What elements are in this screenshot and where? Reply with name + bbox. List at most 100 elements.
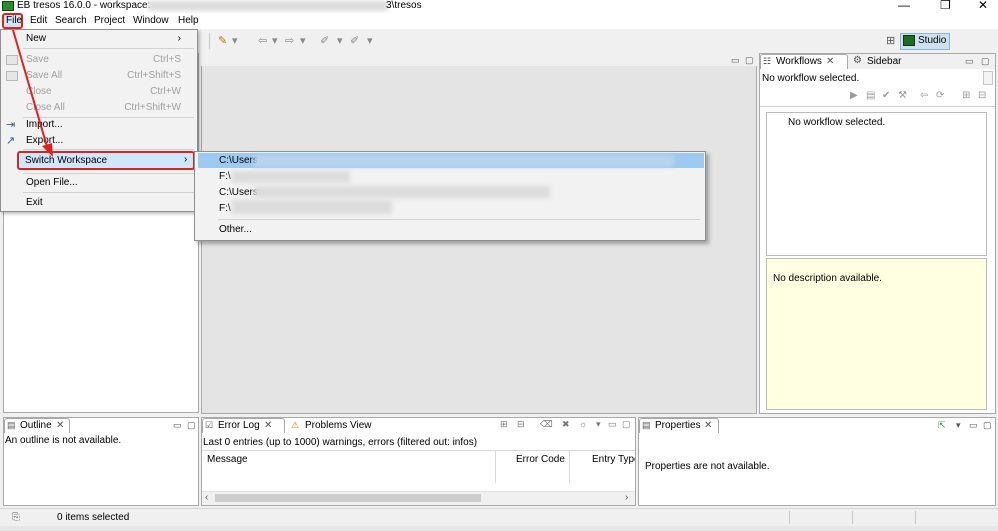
- menu-help[interactable]: Help: [175, 13, 202, 29]
- workflows-icon: ☷: [763, 56, 772, 66]
- scroll-right-icon[interactable]: ›: [625, 492, 628, 503]
- window-title-prefix: EB tresos 16.0.0 - workspace:: [17, 0, 151, 11]
- expand-all-icon[interactable]: ⊞: [962, 90, 970, 101]
- menu-item-import[interactable]: Import...: [26, 119, 63, 131]
- column-entry-type[interactable]: Entry Type: [592, 454, 635, 466]
- menu-separator: [23, 48, 194, 49]
- minimize-icon[interactable]: ▭: [969, 420, 978, 430]
- maximize-icon[interactable]: ▢: [983, 420, 992, 430]
- close-icon[interactable]: ✕: [264, 420, 272, 432]
- chevron-down-icon[interactable]: ▾: [367, 34, 373, 48]
- minimize-icon[interactable]: ▭: [173, 420, 182, 430]
- tab-sidebar[interactable]: Sidebar: [867, 56, 901, 68]
- maximize-icon[interactable]: ▢: [622, 419, 631, 430]
- column-divider[interactable]: [495, 451, 496, 483]
- forward-arrow-icon[interactable]: ⇨: [285, 34, 294, 48]
- maximize-icon[interactable]: ▢: [745, 55, 754, 65]
- problems-icon: ⚠: [291, 420, 300, 430]
- menu-item-save[interactable]: Save: [26, 54, 49, 66]
- build-icon[interactable]: ✎: [218, 34, 227, 48]
- submenu-arrow-icon: ›: [184, 154, 188, 165]
- minimize-button[interactable]: —: [898, 0, 910, 12]
- chevron-down-icon[interactable]: ▾: [300, 34, 306, 48]
- menu-item-close[interactable]: Close: [26, 86, 52, 98]
- menu-item-open-file[interactable]: Open File...: [26, 177, 78, 189]
- menu-item-close-shortcut: Ctrl+W: [150, 86, 181, 97]
- menu-item-export[interactable]: Export...: [26, 135, 63, 147]
- workspace-item-1[interactable]: C:\Users: [219, 155, 258, 167]
- menu-file[interactable]: File: [3, 13, 25, 29]
- view-menu-icon[interactable]: ▾: [596, 419, 601, 430]
- menu-separator: [23, 117, 194, 118]
- menu-window[interactable]: Window: [130, 13, 172, 29]
- close-icon[interactable]: ✕: [56, 420, 64, 432]
- menu-search[interactable]: Search: [52, 13, 90, 29]
- divider: [202, 450, 635, 451]
- outline-icon: ▤: [7, 420, 16, 430]
- back-icon[interactable]: ⇦: [920, 90, 928, 101]
- column-message[interactable]: Message: [207, 454, 248, 466]
- open-perspective-icon[interactable]: ⊞: [886, 34, 895, 48]
- check-icon[interactable]: ✔: [882, 90, 890, 101]
- status-separator: [789, 511, 790, 524]
- menu-separator: [23, 192, 194, 193]
- run-icon[interactable]: ▶: [850, 90, 858, 101]
- workspace-item-2[interactable]: F:\: [219, 171, 231, 183]
- edit-next-icon[interactable]: ✐: [350, 34, 359, 48]
- refresh-icon[interactable]: ⟳: [936, 90, 944, 101]
- workflow-description-text: No description available.: [773, 273, 882, 284]
- column-divider[interactable]: [569, 451, 570, 483]
- minimize-icon[interactable]: ▭: [608, 419, 617, 430]
- maximize-icon[interactable]: ▢: [981, 56, 990, 66]
- menu-project[interactable]: Project: [91, 13, 128, 29]
- close-icon[interactable]: ✕: [826, 56, 834, 68]
- menu-edit[interactable]: Edit: [27, 13, 50, 29]
- divider: [760, 106, 995, 107]
- redacted-path: [232, 200, 392, 214]
- export-icon: ↗: [6, 135, 16, 147]
- menu-separator: [23, 173, 194, 174]
- workflow-toolbar: ▶ ▤ ✔ ⚒ ⇦ ⟳ ⊞ ⊟: [760, 87, 995, 106]
- workflow-tree[interactable]: [766, 112, 987, 256]
- open-log-icon[interactable]: ☼: [579, 419, 587, 429]
- tool-icon[interactable]: ⚒: [898, 90, 907, 101]
- export-log-icon[interactable]: ⊞: [500, 419, 508, 430]
- workspace-item-3[interactable]: C:\Users: [219, 187, 258, 199]
- menu-item-close-all[interactable]: Close All: [26, 102, 65, 114]
- bottom-strip: [0, 526, 998, 531]
- workspace-item-4[interactable]: F:\: [219, 203, 231, 215]
- chevron-down-icon[interactable]: ▾: [232, 34, 238, 48]
- collapse-all-icon[interactable]: ⊟: [978, 90, 986, 101]
- menu-item-save-all[interactable]: Save All: [26, 70, 62, 82]
- close-button[interactable]: ✕: [978, 0, 988, 12]
- status-icon: ⎘: [12, 512, 20, 523]
- save-icon: [6, 55, 18, 65]
- minimize-icon[interactable]: ▭: [965, 56, 974, 66]
- minimize-icon[interactable]: ▭: [731, 55, 740, 65]
- edit-annotation-icon[interactable]: ✐: [320, 34, 329, 48]
- menu-item-new[interactable]: New: [26, 33, 46, 45]
- redacted-path: [254, 186, 550, 198]
- tab-error-log-label: Error Log: [218, 420, 260, 431]
- column-error-code[interactable]: Error Code: [516, 454, 565, 466]
- menu-item-exit[interactable]: Exit: [26, 197, 43, 209]
- pin-icon[interactable]: ⇱: [938, 420, 946, 430]
- error-log-icon: ☑: [205, 420, 214, 430]
- maximize-icon[interactable]: ▢: [187, 420, 196, 430]
- import-log-icon[interactable]: ⊟: [517, 419, 525, 430]
- chevron-down-icon[interactable]: ▾: [337, 34, 343, 48]
- book-icon[interactable]: ▤: [866, 90, 875, 101]
- delete-log-icon[interactable]: ✖: [562, 419, 570, 430]
- chevron-down-icon[interactable]: ▾: [272, 34, 278, 48]
- window-title-suffix: 3\tresos: [386, 0, 422, 11]
- view-menu-icon[interactable]: ▾: [956, 420, 961, 430]
- tab-problems-view[interactable]: Problems View: [305, 420, 372, 432]
- close-icon[interactable]: ✕: [704, 420, 712, 432]
- maximize-button[interactable]: ❐: [940, 0, 951, 12]
- scroll-left-icon[interactable]: ‹: [205, 492, 208, 503]
- scrollbar[interactable]: [983, 71, 993, 85]
- workspace-item-other[interactable]: Other...: [219, 224, 252, 236]
- back-arrow-icon[interactable]: ⇦: [258, 34, 267, 48]
- clear-log-icon[interactable]: ⌫: [540, 419, 553, 430]
- scrollbar-thumb[interactable]: [215, 494, 481, 502]
